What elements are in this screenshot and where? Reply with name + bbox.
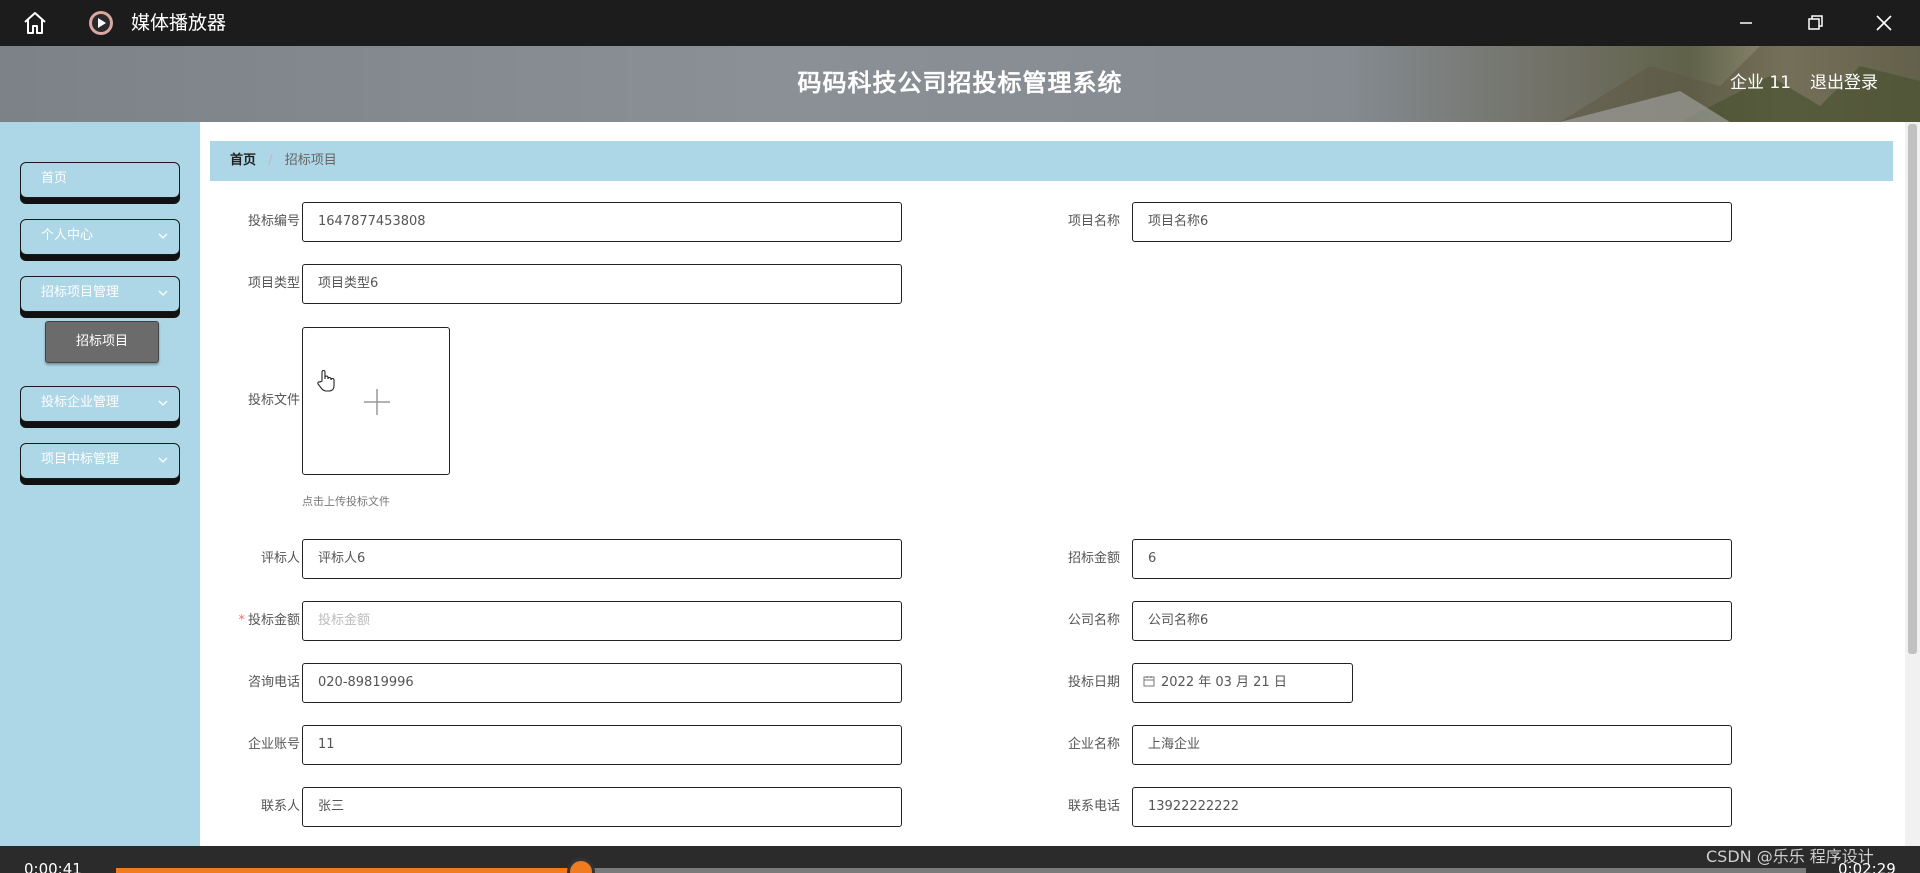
breadcrumb-current: 招标项目 (284, 153, 337, 168)
contact-label: 联系人 (260, 799, 300, 814)
system-title: 码码科技公司招投标管理系统 (797, 69, 1123, 97)
reviewer-input[interactable]: 评标人6 (302, 539, 902, 579)
sidebar-item-tender-project-management[interactable]: 招标项目管理 (20, 276, 180, 312)
tender-amount-input[interactable]: 6 (1132, 539, 1732, 579)
breadcrumb-separator: / (268, 153, 273, 168)
bid-file-label: 投标文件 (247, 393, 300, 408)
seek-progress (116, 868, 581, 873)
watermark: CSDN @乐乐 程序设计 (1706, 847, 1874, 866)
calendar-icon (1143, 676, 1155, 687)
chevron-down-icon (158, 400, 168, 406)
tender-amount-label: 招标金额 (1067, 551, 1120, 566)
chevron-down-icon (158, 457, 168, 463)
player-titlebar: 媒体播放器 (0, 0, 1920, 46)
seek-handle[interactable] (566, 858, 595, 873)
player-controls: 0:00:41 0:02:29 (0, 846, 1920, 873)
phone-input[interactable]: 020-89819996 (302, 663, 902, 703)
company-name-label: 公司名称 (1067, 613, 1120, 628)
breadcrumb-home[interactable]: 首页 (230, 153, 256, 168)
project-type-label: 项目类型 (247, 276, 300, 291)
sidebar-item-label: 项目中标管理 (41, 452, 120, 467)
scrollbar-thumb[interactable] (1908, 124, 1917, 654)
sidebar-item-label: 首页 (41, 171, 68, 186)
bid-amount-label: * 投标金额 (200, 601, 300, 641)
project-type-input[interactable]: 项目类型6 (302, 264, 902, 304)
account-input[interactable]: 11 (302, 725, 902, 765)
restore-icon[interactable] (1803, 11, 1827, 35)
sidebar-subitem-tender-project[interactable]: 招标项目 (45, 321, 159, 363)
home-icon[interactable] (22, 11, 48, 35)
required-mark: * (238, 613, 245, 628)
sidebar-item-award-management[interactable]: 项目中标管理 (20, 443, 180, 479)
current-user: 企业 11 (1730, 73, 1792, 93)
phone-label: 咨询电话 (247, 675, 300, 690)
contact-phone-label: 联系电话 (1067, 799, 1120, 814)
bid-date-picker[interactable]: 2022 年 03 月 21 日 (1132, 663, 1353, 703)
sidebar-item-personal-center[interactable]: 个人中心 (20, 219, 180, 255)
hand-cursor-icon (317, 370, 335, 392)
sidebar-item-bidding-enterprise-management[interactable]: 投标企业管理 (20, 386, 180, 422)
media-player-icon (89, 11, 113, 35)
contact-input[interactable]: 张三 (302, 787, 902, 827)
bid-date-value: 2022 年 03 月 21 日 (1161, 675, 1287, 690)
sidebar-item-label: 个人中心 (41, 228, 94, 243)
app-header: 码码科技公司招投标管理系统 企业 11 退出登录 (0, 46, 1920, 122)
company-name-input[interactable]: 公司名称6 (1132, 601, 1732, 641)
bid-no-label: 投标编号 (247, 214, 300, 229)
plus-icon (364, 389, 390, 415)
elapsed-time: 0:00:41 (24, 860, 82, 873)
reviewer-label: 评标人 (260, 551, 300, 566)
chevron-down-icon (158, 290, 168, 296)
bid-amount-label-text: 投标金额 (247, 613, 300, 628)
enterprise-name-input[interactable]: 上海企业 (1132, 725, 1732, 765)
bid-date-label: 投标日期 (1067, 675, 1120, 690)
sidebar-item-label: 招标项目管理 (41, 285, 120, 300)
project-name-input[interactable]: 项目名称6 (1132, 202, 1732, 242)
account-label: 企业账号 (247, 737, 300, 752)
upload-tip: 点击上传投标文件 (302, 495, 390, 508)
contact-phone-input[interactable]: 13922222222 (1132, 787, 1732, 827)
enterprise-name-label: 企业名称 (1067, 737, 1120, 752)
sidebar-item-home[interactable]: 首页 (20, 162, 180, 198)
player-app-title: 媒体播放器 (131, 12, 227, 34)
close-icon[interactable] (1872, 11, 1896, 35)
chevron-down-icon (158, 233, 168, 239)
main-content: 首页 / 招标项目 投标编号 1647877453808 项目名称 项目名称6 … (200, 122, 1920, 846)
logout-link[interactable]: 退出登录 (1810, 70, 1878, 96)
page-scrollbar[interactable] (1905, 122, 1920, 846)
bid-no-input[interactable]: 1647877453808 (302, 202, 902, 242)
bid-file-upload[interactable] (302, 327, 450, 475)
sidebar-item-label: 投标企业管理 (41, 395, 120, 410)
minimize-icon[interactable] (1734, 11, 1758, 35)
bid-amount-input[interactable]: 投标金额 (302, 601, 902, 641)
sidebar: 首页 个人中心 招标项目管理 招标项目 投标企业管理 项目中标管理 (0, 122, 200, 846)
project-name-label: 项目名称 (1067, 214, 1120, 229)
breadcrumb: 首页 / 招标项目 (210, 141, 1893, 181)
seek-bar[interactable] (116, 868, 1806, 873)
